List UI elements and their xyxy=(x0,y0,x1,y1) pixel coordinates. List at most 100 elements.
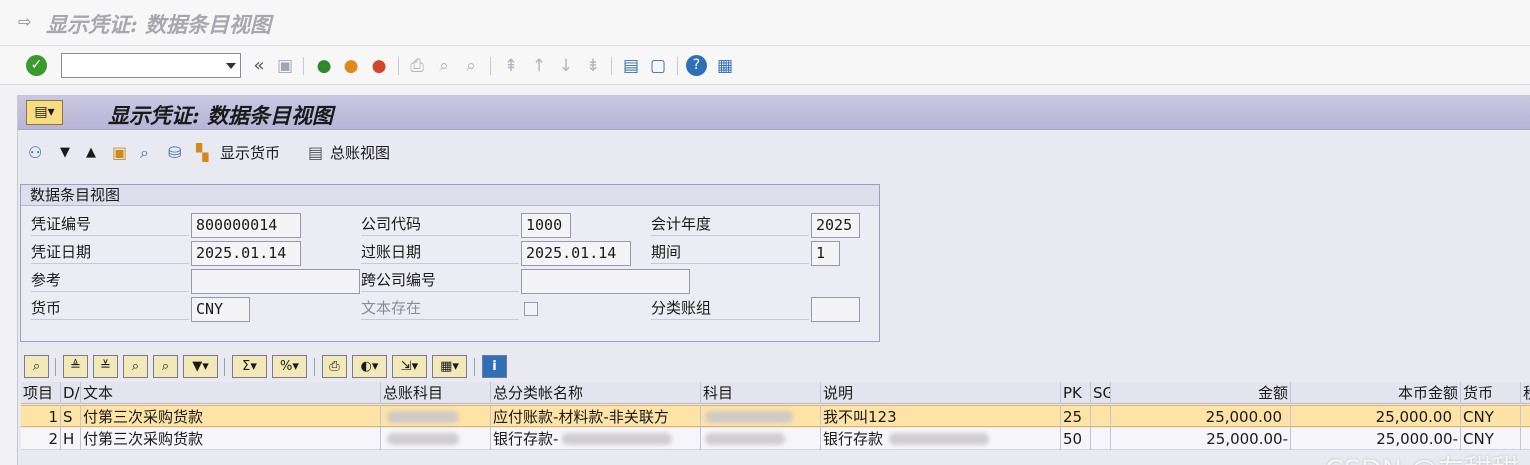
toolbar-separator xyxy=(303,57,304,75)
col-gl-name[interactable]: 总分类帐名称 xyxy=(491,382,701,404)
hat-icon[interactable]: ⛁ xyxy=(168,141,181,165)
toolbar-separator xyxy=(611,57,612,75)
next-item-icon[interactable]: ▼ xyxy=(60,141,70,165)
company-label: 公司代码 xyxy=(361,212,519,236)
help-icon[interactable]: ? xyxy=(686,55,707,76)
layout-icon[interactable]: ▦▾ xyxy=(432,355,467,378)
grid-toolbar: ⌕ ≜ ≚ ⌕ ⌕ ▼▾ Σ▾ %▾ ⎙ ◐▾ ⇲▾ ▦▾ i xyxy=(18,352,1530,382)
fiscal-year-field[interactable]: 2025 xyxy=(811,213,860,238)
find-next-icon[interactable]: ⌕ xyxy=(153,355,178,378)
currency-field[interactable]: CNY xyxy=(191,297,250,322)
description-cell: 银行存款 xyxy=(821,428,1061,450)
shortcut-icon[interactable]: ▢ xyxy=(647,55,669,77)
ledger-icon[interactable]: ▤ xyxy=(308,141,323,165)
cross-company-field[interactable] xyxy=(521,269,690,294)
col-currency[interactable]: 货币 xyxy=(1461,382,1521,404)
details-icon[interactable]: ⌕ xyxy=(24,355,49,378)
amount-cell: 25,000.00- xyxy=(1111,428,1291,450)
sort-desc-icon[interactable]: ≚ xyxy=(93,355,118,378)
find-next-icon[interactable]: ⌕ xyxy=(460,55,482,77)
description-cell: 我不叫123 xyxy=(821,406,1061,428)
gl-account-cell xyxy=(381,406,491,428)
doc-date-field[interactable]: 2025.01.14 xyxy=(191,241,301,266)
document-icon[interactable]: ▣ xyxy=(112,141,127,165)
col-account[interactable]: 科目 xyxy=(701,382,821,404)
account-cell xyxy=(701,406,821,428)
print-icon[interactable]: ⎙ xyxy=(322,355,347,378)
prev-page-icon[interactable]: ↑ xyxy=(528,55,550,77)
gl-view-button[interactable]: 总账视图 xyxy=(330,141,390,165)
glasses-icon[interactable]: ⚇ xyxy=(28,141,42,165)
text-exists-checkbox[interactable] xyxy=(524,302,538,316)
col-sg[interactable]: SG xyxy=(1091,382,1111,404)
sg-cell xyxy=(1091,428,1111,450)
menu-button[interactable]: ▤▾ xyxy=(26,100,63,125)
gl-account-cell xyxy=(381,428,491,450)
currency-icon[interactable]: ▚ xyxy=(196,141,208,165)
reference-field[interactable] xyxy=(191,269,360,294)
sum-icon[interactable]: Σ▾ xyxy=(232,355,267,378)
doc-no-label: 凭证编号 xyxy=(31,212,189,236)
toolbar-separator xyxy=(55,358,56,376)
save-icon[interactable]: ▣ xyxy=(274,55,296,77)
toolbar-separator xyxy=(474,358,475,376)
exit-icon[interactable]: ● xyxy=(340,55,362,77)
header-group: 数据条目视图 凭证编号 800000014 公司代码 1000 会计年度 202… xyxy=(20,184,880,342)
panel-header: ▤▾ 显示凭证: 数据条目视图 xyxy=(18,96,1530,130)
col-tax[interactable]: 税 xyxy=(1521,382,1530,404)
last-page-icon[interactable]: ⇟ xyxy=(582,55,604,77)
col-description[interactable]: 说明 xyxy=(821,382,1061,404)
next-page-icon[interactable]: ↓ xyxy=(555,55,577,77)
first-page-icon[interactable]: ⇞ xyxy=(500,55,522,77)
table-row[interactable]: 2 H 付第三次采购货款 银行存款- 银行存款 50 25,000.00- 25… xyxy=(21,428,1530,450)
subtotal-icon[interactable]: %▾ xyxy=(272,355,307,378)
dc-cell: S xyxy=(61,406,81,428)
sort-asc-icon[interactable]: ≜ xyxy=(63,355,88,378)
period-field[interactable]: 1 xyxy=(811,241,840,266)
filter-icon[interactable]: ▼▾ xyxy=(183,355,218,378)
col-gl-account[interactable]: 总账科目 xyxy=(381,382,491,404)
find-icon[interactable]: ⌕ xyxy=(123,355,148,378)
page-title: 显示凭证: 数据条目视图 xyxy=(108,103,334,128)
account-cell xyxy=(701,428,821,450)
print-icon[interactable]: ⎙ xyxy=(406,55,428,77)
show-currency-button[interactable]: 显示货币 xyxy=(220,141,280,165)
back-double-icon[interactable]: « xyxy=(248,55,270,77)
col-dc[interactable]: D/C xyxy=(61,382,81,404)
col-local-amount[interactable]: 本币金额 xyxy=(1291,382,1461,404)
prev-item-icon[interactable]: ▲ xyxy=(86,141,96,165)
export-icon[interactable]: ⇲▾ xyxy=(392,355,427,378)
watermark: CSDN @左甜甜 xyxy=(1325,448,1519,465)
customize-icon[interactable]: ▦ xyxy=(714,55,736,77)
chevron-down-icon[interactable] xyxy=(226,63,236,69)
new-session-icon[interactable]: ▤ xyxy=(620,55,642,77)
view-icon[interactable]: ◐▾ xyxy=(352,355,387,378)
pk-cell: 25 xyxy=(1061,406,1091,428)
ok-icon[interactable]: ✓ xyxy=(26,55,47,76)
col-text[interactable]: 文本 xyxy=(81,382,381,404)
cancel-icon[interactable]: ● xyxy=(368,55,390,77)
col-amount[interactable]: 金额 xyxy=(1111,382,1291,404)
company-field[interactable]: 1000 xyxy=(521,213,571,238)
main-panel: ▤▾ 显示凭证: 数据条目视图 ⚇ ▼ ▲ ▣ ⌕ ⛁ ▚ 显示货币 ▤ 总账视… xyxy=(17,95,1530,465)
menu-icon[interactable]: ⇨ xyxy=(18,14,36,30)
currency-cell: CNY xyxy=(1461,428,1521,450)
command-field[interactable] xyxy=(61,53,241,78)
col-pk[interactable]: PK xyxy=(1061,382,1091,404)
description-text: 银行存款 xyxy=(823,430,884,448)
back-icon[interactable]: ● xyxy=(313,55,335,77)
application-toolbar: ⚇ ▼ ▲ ▣ ⌕ ⛁ ▚ 显示货币 ▤ 总账视图 xyxy=(18,138,818,168)
table-row[interactable]: 1 S 付第三次采购货款 应付账款-材料款-非关联方 我不叫123 25 25,… xyxy=(21,405,1530,428)
find-icon[interactable]: ⌕ xyxy=(433,55,455,77)
reference-label: 参考 xyxy=(31,268,189,292)
pk-cell: 50 xyxy=(1061,428,1091,450)
ledger-group-field[interactable] xyxy=(811,297,860,322)
doc-no-field[interactable]: 800000014 xyxy=(191,213,301,238)
col-item[interactable]: 项目 xyxy=(21,382,61,404)
local-amount-cell: 25,000.00 xyxy=(1291,406,1461,428)
info-icon[interactable]: i xyxy=(482,355,507,378)
sg-cell xyxy=(1091,406,1111,428)
display-icon[interactable]: ⌕ xyxy=(140,141,149,165)
text-cell: 付第三次采购货款 xyxy=(81,428,381,450)
posting-date-field[interactable]: 2025.01.14 xyxy=(521,241,631,266)
